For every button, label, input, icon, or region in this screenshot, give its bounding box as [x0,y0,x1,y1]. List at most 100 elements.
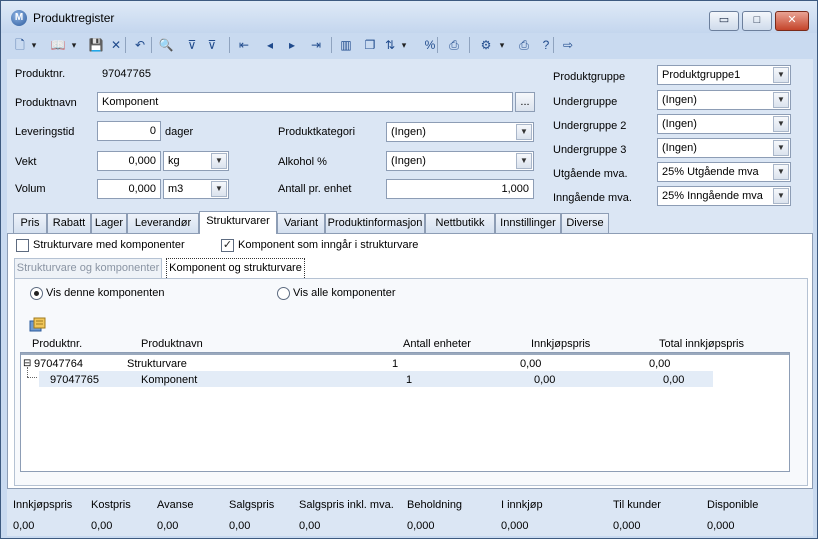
tab-rabatt[interactable]: Rabatt [47,213,91,233]
alcohol-label: Alkohol % [278,156,327,168]
app-logo-icon: M [11,10,27,26]
row-quantity: 1 [406,374,413,386]
group-label: Produktgruppe [553,71,626,83]
structure-with-components-checkbox[interactable] [16,239,29,252]
summary-value: 0,000 [501,520,529,532]
sort-icon[interactable]: ⇅ [381,36,399,54]
weight-unit-value: kg [168,155,180,167]
delivery-label: Leveringstid [15,126,75,138]
open-icon[interactable]: 📖 [49,36,67,54]
vat-out-label: Utgående mva. [553,168,628,180]
tab-diverse[interactable]: Diverse [561,213,609,233]
row-purchase-price: 0,00 [534,374,556,386]
subgroup2-select[interactable]: (Ingen) ▼ [657,114,791,134]
show-all-components-label: Vis alle komponenter [293,287,396,299]
subgroup3-select[interactable]: (Ingen) ▼ [657,138,791,158]
toolbar-separator [151,37,152,53]
chevron-down-icon: ▼ [516,153,532,169]
show-all-components-radio[interactable] [277,287,290,300]
properties-icon[interactable]: ⚙ [477,36,495,54]
vat-out-select[interactable]: 25% Utgående mva ▼ [657,162,791,182]
close-button[interactable]: ✕ [775,11,809,31]
vat-out-value: 25% Utgående mva [662,166,759,178]
tab-produktinformasjon[interactable]: Produktinformasjon [325,213,425,233]
filter-icon[interactable]: ⊽ [183,36,201,54]
previous-icon[interactable]: ◂ [261,36,279,54]
volume-unit-select[interactable]: m3 ▼ [163,179,229,199]
show-this-component-label: Vis denne komponenten [46,287,165,299]
component-structure-subpanel: Vis denne komponenten Vis alle komponent… [14,278,808,486]
maximize-button[interactable]: □ [742,11,772,31]
units-label: Antall pr. enhet [278,183,352,195]
volume-input[interactable]: 0,000 [97,179,161,199]
show-this-component-radio[interactable] [30,287,43,300]
new-dropdown-icon[interactable]: ▾ [29,36,39,54]
summary-value: 0,000 [407,520,435,532]
vat-in-select[interactable]: 25% Inngående mva ▼ [657,186,791,206]
open-dropdown-icon[interactable]: ▾ [69,36,79,54]
structure-panel: Strukturvare med komponenter ✓ Komponent… [7,233,813,489]
tab-strukturvarer[interactable]: Strukturvarer [199,211,277,234]
tab-pris[interactable]: Pris [13,213,47,233]
exit-icon[interactable]: ⇨ [559,36,577,54]
print-preview-icon[interactable]: ⎙ [445,36,463,54]
tab-leverandør[interactable]: Leverandør [127,213,199,233]
alcohol-select[interactable]: (Ingen) ▼ [386,151,534,171]
summary-value: 0,00 [229,520,251,532]
weight-unit-select[interactable]: kg ▼ [163,151,229,171]
chevron-down-icon: ▼ [773,164,789,180]
tab-lager[interactable]: Lager [91,213,127,233]
search-icon[interactable]: 🔍 [157,36,175,54]
row-product-name: Strukturvare [127,358,187,370]
properties-dropdown-icon[interactable]: ▾ [497,36,507,54]
save-icon[interactable]: 💾 [87,36,105,54]
first-icon[interactable]: ⇤ [235,36,253,54]
group-select[interactable]: Produktgruppe1 ▼ [657,65,791,85]
column-header-product-nr[interactable]: Produktnr. [32,338,82,350]
column-header-quantity[interactable]: Antall enheter [403,338,471,350]
browse-button[interactable]: ... [515,92,535,112]
new-icon[interactable]: 🗋 [11,36,29,54]
summary-value: 0,00 [91,520,113,532]
units-input[interactable]: 1,000 [386,179,534,199]
minimize-button[interactable]: ▭ [709,11,739,31]
product-nr-value: 97047765 [102,68,151,80]
weight-label: Vekt [15,156,37,168]
summary-label: Salgspris inkl. mva. [299,499,394,511]
subtab-component-structure[interactable]: Komponent og strukturvare [166,258,305,278]
row-total-purchase-price: 0,00 [663,374,685,386]
component-in-structure-checkbox[interactable]: ✓ [221,239,234,252]
tab-nettbutikk[interactable]: Nettbutikk [425,213,495,233]
toolbar-separator [437,37,438,53]
category-select[interactable]: (Ingen) ▼ [386,122,534,142]
subgroup3-value: (Ingen) [662,142,697,154]
column-header-product-name[interactable]: Produktnavn [141,338,203,350]
next-icon[interactable]: ▸ [283,36,301,54]
sort-dropdown-icon[interactable]: ▾ [399,36,409,54]
tab-innstillinger[interactable]: Innstillinger [495,213,561,233]
weight-input[interactable]: 0,000 [97,151,161,171]
grid-column-chooser-icon[interactable] [29,317,47,332]
print-icon[interactable]: ⎙ [515,36,533,54]
tree-line [27,377,37,378]
delivery-input[interactable]: 0 [97,121,161,141]
undo-icon[interactable]: ↶ [131,36,149,54]
product-register-window: M Produktregister ▭ □ ✕ 🗋 ▾ 📖 ▾ 💾 ✕ ↶ 🔍 ⊽ ⊽ ⇤ ◂ ▸ ⇥ ▥ ❐… [0,0,818,539]
subtab-structure-components[interactable]: Strukturvare og komponenter [14,258,162,278]
component-in-structure-label: Komponent som inngår i strukturvare [238,239,419,251]
last-icon[interactable]: ⇥ [307,36,325,54]
title-bar: M Produktregister ▭ □ ✕ [1,1,817,33]
clear-filter-icon[interactable]: ⊽ [203,36,221,54]
row-quantity: 1 [392,358,399,370]
tab-variant[interactable]: Variant [277,213,325,233]
chart-icon[interactable]: ▥ [337,36,355,54]
copy-icon[interactable]: ❐ [361,36,379,54]
product-name-input[interactable]: Komponent [97,92,513,112]
column-header-total-purchase-price[interactable]: Total innkjøpspris [659,338,744,350]
toolbar-separator [469,37,470,53]
summary-value: 0,000 [707,520,735,532]
subgroup1-select[interactable]: (Ingen) ▼ [657,90,791,110]
grid-header-divider [21,353,789,355]
delete-icon[interactable]: ✕ [107,36,125,54]
column-header-purchase-price[interactable]: Innkjøpspris [531,338,590,350]
